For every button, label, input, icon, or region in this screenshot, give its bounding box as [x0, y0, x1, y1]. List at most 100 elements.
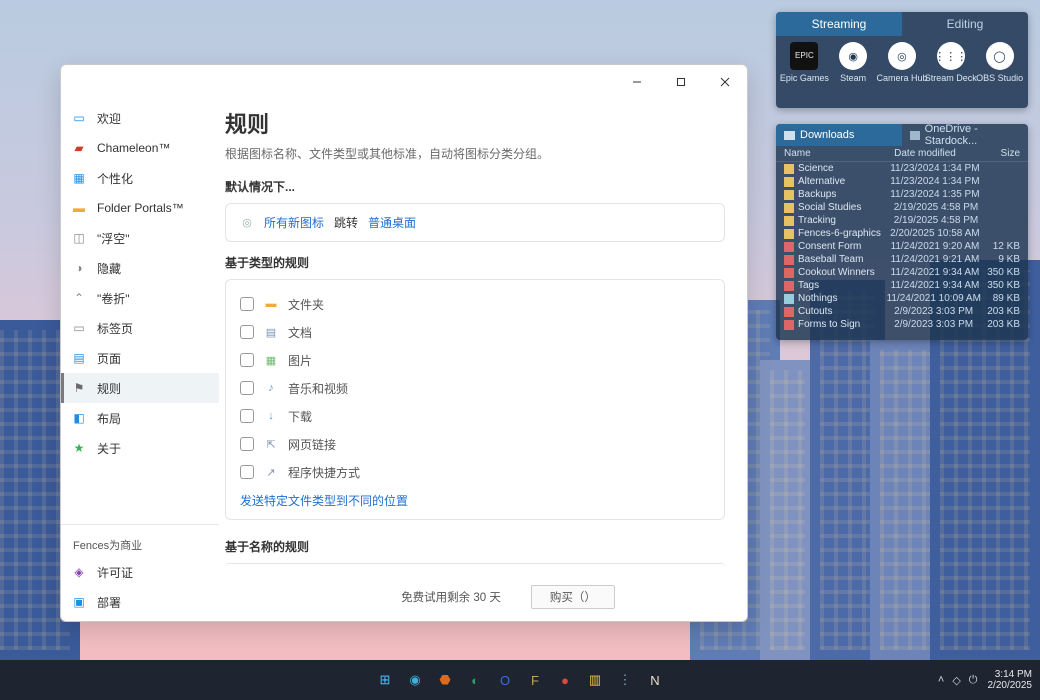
rule-row[interactable]: ♪音乐和视频: [240, 374, 710, 402]
taskbar-app10[interactable]: N: [643, 668, 667, 692]
folder-icon: [784, 177, 794, 187]
close-button[interactable]: [703, 67, 747, 97]
sidebar-item-chameleon[interactable]: ▰Chameleon™: [61, 133, 219, 163]
maximize-button[interactable]: [659, 67, 703, 97]
trial-text: 免费试用剩余 30 天: [401, 589, 501, 605]
fence-row[interactable]: Social Studies2/19/2025 4:58 PM: [776, 201, 1028, 214]
fence-row[interactable]: Baseball Team11/24/2021 9:21 AM9 KB: [776, 253, 1028, 266]
rule-row[interactable]: ▦图片: [240, 346, 710, 374]
fence-row[interactable]: Fences-6-graphics2/20/2025 10:58 AM: [776, 227, 1028, 240]
fence-row[interactable]: Science11/23/2024 1:34 PM: [776, 162, 1028, 175]
folder-icon: ▬: [71, 200, 87, 216]
rule-checkbox[interactable]: [240, 465, 254, 479]
sidebar-item-float[interactable]: ◫"浮空": [61, 223, 219, 253]
fence-row[interactable]: Cookout Winners11/24/2021 9:34 AM350 KB: [776, 266, 1028, 279]
fence-row[interactable]: Alternative11/23/2024 1:34 PM: [776, 175, 1028, 188]
rule-label: 音乐和视频: [288, 380, 348, 397]
launcher-stream-deck[interactable]: ⋮⋮⋮Stream Deck: [928, 42, 974, 83]
sidebar-item-pages[interactable]: ▤页面: [61, 343, 219, 373]
taskbar-clock[interactable]: 3:14 PM 2/20/2025: [988, 669, 1033, 692]
sidebar-item-layout[interactable]: ◧布局: [61, 403, 219, 433]
rule-checkbox[interactable]: [240, 381, 254, 395]
launcher-obs-studio[interactable]: ◯OBS Studio: [977, 42, 1023, 83]
minimize-button[interactable]: [615, 67, 659, 97]
type-rules-card: ▬文件夹▤文档▦图片♪音乐和视频↓下载⇱网页链接↗程序快捷方式 发送特定文件类型…: [225, 279, 725, 520]
rule-label: 文档: [288, 324, 312, 341]
taskbar-app5[interactable]: O: [493, 668, 517, 692]
taskbar-start[interactable]: ⊞: [373, 668, 397, 692]
sidebar-item-hide[interactable]: ◑隐藏: [61, 253, 219, 283]
taskbar-explorer[interactable]: ▥: [583, 668, 607, 692]
rule-checkbox[interactable]: [240, 297, 254, 311]
image-icon: ▦: [264, 353, 278, 367]
page-title: 规则: [225, 107, 725, 139]
sidebar-item-deploy[interactable]: ▣部署: [61, 587, 219, 617]
sidebar-item-label: 部署: [97, 594, 121, 611]
rule-row[interactable]: ↗程序快捷方式: [240, 458, 710, 486]
rule-row[interactable]: ↓下载: [240, 402, 710, 430]
fence-row[interactable]: Cutouts2/9/2023 3:03 PM203 KB: [776, 305, 1028, 318]
launcher-epic-games[interactable]: EPICEpic Games: [781, 42, 827, 83]
taskbar-edge[interactable]: ◉: [403, 668, 427, 692]
sidebar-item-about[interactable]: ★关于: [61, 433, 219, 463]
fence-row[interactable]: Forms to Sign2/9/2023 3:03 PM203 KB: [776, 318, 1028, 331]
taskbar-app9[interactable]: ⋮: [613, 668, 637, 692]
sidebar-item-tabs[interactable]: ▭标签页: [61, 313, 219, 343]
doc-icon: [784, 320, 794, 330]
trial-bar: 免费试用剩余 30 天 购买（）: [291, 583, 725, 611]
more-types-link[interactable]: 发送特定文件类型到不同的位置: [240, 486, 710, 509]
col-date: Date modified: [894, 148, 978, 159]
rule-row[interactable]: ▬文件夹: [240, 290, 710, 318]
sidebar-item-rules[interactable]: ⚑规则: [61, 373, 219, 403]
fence-row[interactable]: Nothings11/24/2021 10:09 AM89 KB: [776, 292, 1028, 305]
col-size: Size: [978, 148, 1020, 159]
buy-button[interactable]: 购买（）: [531, 585, 615, 609]
tray-icon-2[interactable]: ⏻: [969, 674, 978, 687]
launcher-camera-hub[interactable]: ◎Camera Hub: [879, 42, 925, 83]
main-panel: 规则 根据图标名称、文件类型或其他标准，自动将图标分类分组。 默认情况下... …: [219, 99, 747, 621]
rule-row[interactable]: ⇱网页链接: [240, 430, 710, 458]
file-date: 11/24/2021 10:09 AM: [887, 293, 981, 304]
rule-label: 文件夹: [288, 296, 324, 313]
tray-icon-1[interactable]: ◇: [952, 674, 960, 687]
fence-row[interactable]: Consent Form11/24/2021 9:20 AM12 KB: [776, 240, 1028, 253]
fence-row[interactable]: Tags11/24/2021 9:34 AM350 KB: [776, 279, 1028, 292]
file-size: 9 KB: [979, 254, 1020, 265]
license-icon: ◈: [71, 564, 87, 580]
sidebar-item-folder[interactable]: ▬Folder Portals™: [61, 193, 219, 223]
sidebar: ▭欢迎▰Chameleon™▦个性化▬Folder Portals™◫"浮空"◑…: [61, 99, 219, 621]
tray-icon-0[interactable]: ˄: [938, 674, 944, 687]
folder-icon: [784, 164, 794, 174]
taskbar-app7[interactable]: ●: [553, 668, 577, 692]
file-name: Science: [798, 163, 834, 174]
rule-label: 网页链接: [288, 436, 336, 453]
sidebar-item-rollup[interactable]: ⌃"卷折": [61, 283, 219, 313]
launcher-steam[interactable]: ◉Steam: [830, 42, 876, 83]
file-size: 350 KB: [979, 267, 1020, 278]
fence-tab-onedrive[interactable]: OneDrive - Stardock...: [902, 124, 1028, 146]
taskbar-app4[interactable]: ◐: [463, 668, 487, 692]
sidebar-item-personalize[interactable]: ▦个性化: [61, 163, 219, 193]
fence-row[interactable]: Tracking2/19/2025 4:58 PM: [776, 214, 1028, 227]
taskbar-app6[interactable]: F: [523, 668, 547, 692]
rule-checkbox[interactable]: [240, 409, 254, 423]
fence-tab-downloads[interactable]: Downloads: [776, 124, 902, 146]
app-icon: ◯: [986, 42, 1014, 70]
fence-row[interactable]: Backups11/23/2024 1:35 PM: [776, 188, 1028, 201]
rule-checkbox[interactable]: [240, 353, 254, 367]
file-date: 2/19/2025 4:58 PM: [894, 202, 979, 213]
sidebar-business-header: Fences为商业: [61, 531, 219, 557]
taskbar-office[interactable]: ⬣: [433, 668, 457, 692]
sidebar-item-welcome[interactable]: ▭欢迎: [61, 103, 219, 133]
rule-checkbox[interactable]: [240, 437, 254, 451]
applet-tab-editing[interactable]: Editing: [902, 12, 1028, 36]
sidebar-item-license[interactable]: ◈许可证: [61, 557, 219, 587]
about-icon: ★: [71, 440, 87, 456]
applet-tab-streaming[interactable]: Streaming: [776, 12, 902, 36]
file-name: Alternative: [798, 176, 845, 187]
rule-row[interactable]: ▤文档: [240, 318, 710, 346]
default-prefix-link[interactable]: 所有新图标: [264, 214, 324, 231]
default-target-link[interactable]: 普通桌面: [368, 214, 416, 231]
folder-icon: [784, 190, 794, 200]
rule-checkbox[interactable]: [240, 325, 254, 339]
